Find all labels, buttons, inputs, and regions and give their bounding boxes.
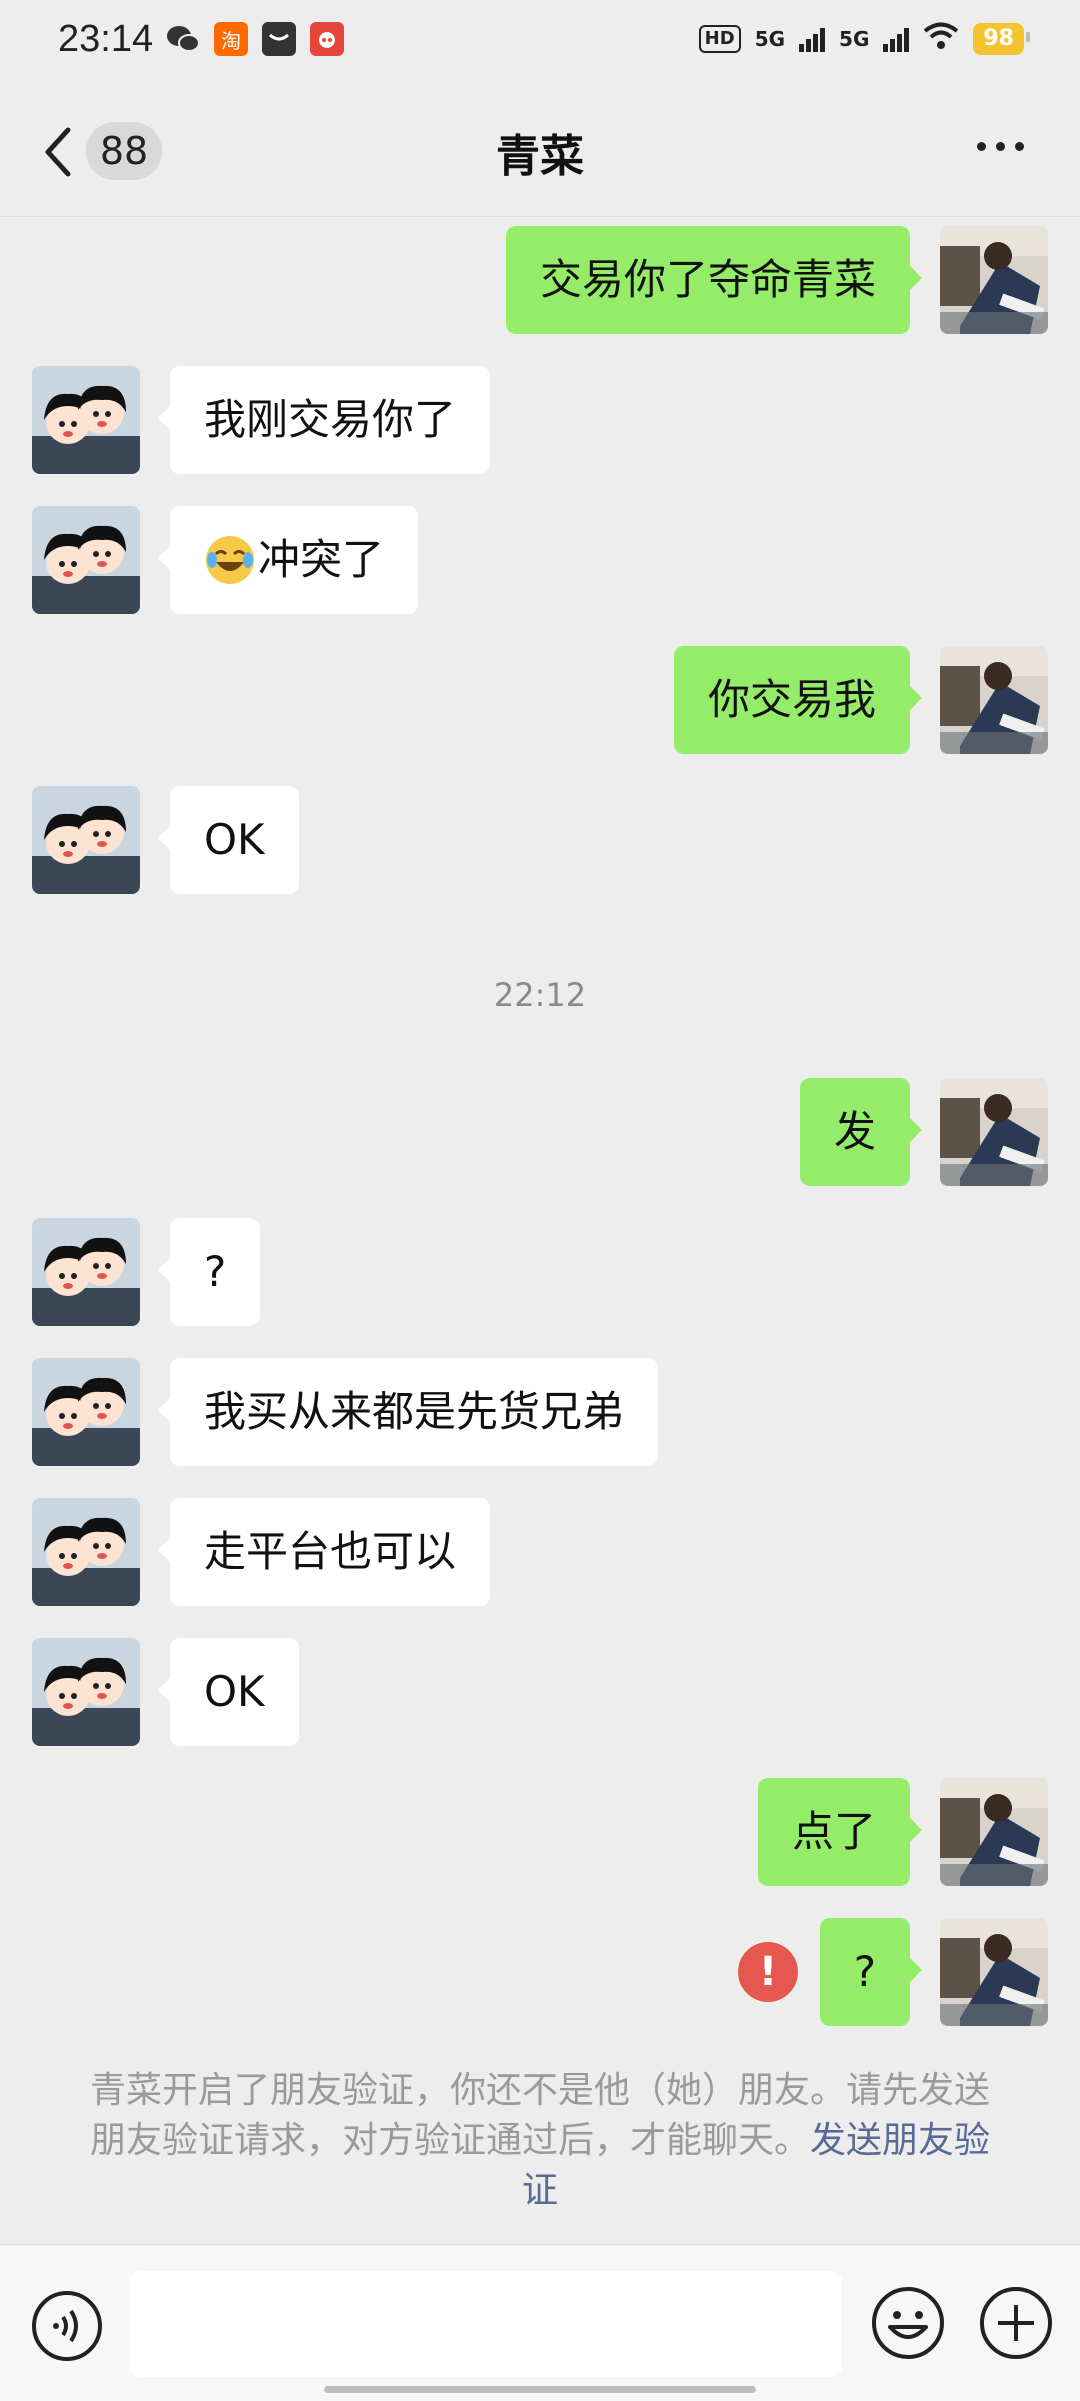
notification-icons: 淘 — [166, 22, 344, 56]
signal-icon-2 — [883, 26, 910, 52]
home-indicator[interactable] — [324, 2386, 756, 2393]
contact-avatar[interactable] — [32, 1358, 140, 1466]
app-notification-icon — [310, 22, 344, 56]
contact-avatar[interactable] — [32, 786, 140, 894]
contact-avatar[interactable] — [32, 1498, 140, 1606]
message-row: ? — [0, 1218, 1080, 1326]
my-avatar[interactable] — [940, 646, 1048, 754]
more-options-icon[interactable] — [977, 142, 1024, 151]
chat-title: 青菜 — [496, 131, 584, 182]
outgoing-message-bubble[interactable]: 发 — [799, 1078, 923, 1186]
send-failed-icon[interactable]: ! — [738, 1942, 798, 2002]
outgoing-message-bubble[interactable]: 你交易我 — [673, 646, 923, 754]
input-bar — [0, 2244, 1080, 2401]
contact-avatar[interactable] — [32, 506, 140, 614]
message-row: ! ? — [0, 1918, 1080, 2026]
time-separator: 22:12 — [493, 976, 587, 1014]
status-time: 23:14 — [58, 18, 154, 60]
message-row: 我刚交易你了 — [0, 366, 1080, 474]
my-avatar[interactable] — [940, 1778, 1048, 1886]
incoming-message-bubble[interactable]: 我买从来都是先货兄弟 — [157, 1358, 659, 1466]
message-row: 交易你了夺命青菜 — [0, 226, 1080, 334]
outgoing-message-bubble[interactable]: 点了 — [757, 1778, 923, 1886]
emoji-icon[interactable] — [870, 2285, 946, 2365]
contact-avatar[interactable] — [32, 366, 140, 474]
message-row: OK — [0, 786, 1080, 894]
outgoing-message-bubble[interactable]: 交易你了夺命青菜 — [505, 226, 923, 334]
incoming-message-bubble[interactable]: 走平台也可以 — [157, 1498, 491, 1606]
plus-icon[interactable] — [978, 2285, 1054, 2365]
tears-of-joy-emoji-icon — [206, 535, 254, 584]
header-divider — [0, 216, 1080, 217]
status-bar: 23:14 淘 HD 5G 5G 98 — [0, 0, 1080, 84]
wifi-icon — [923, 22, 959, 55]
battery-icon: 98 — [973, 22, 1030, 55]
outgoing-message-bubble[interactable]: ? — [819, 1918, 923, 2026]
message-row: 冲突了 — [0, 506, 1080, 614]
wechat-notification-icon — [166, 22, 200, 56]
network-type-2: 5G — [839, 26, 870, 51]
contact-avatar[interactable] — [32, 1638, 140, 1746]
message-text: 冲突了 — [258, 535, 385, 584]
message-notification-icon — [262, 22, 296, 56]
taobao-notification-icon: 淘 — [214, 22, 248, 56]
signal-icon — [799, 26, 826, 52]
message-input[interactable] — [130, 2271, 842, 2377]
message-row: 我买从来都是先货兄弟 — [0, 1358, 1080, 1466]
contact-avatar[interactable] — [32, 1218, 140, 1326]
network-type-1: 5G — [754, 26, 786, 51]
message-row: 你交易我 — [0, 646, 1080, 754]
message-row: OK — [0, 1638, 1080, 1746]
voice-input-icon[interactable] — [30, 2289, 104, 2367]
incoming-message-bubble[interactable]: ? — [157, 1218, 261, 1326]
incoming-message-bubble[interactable]: OK — [158, 786, 299, 894]
my-avatar[interactable] — [940, 226, 1048, 334]
message-row: 走平台也可以 — [0, 1498, 1080, 1606]
chat-header: 88 青菜 — [0, 84, 1080, 216]
incoming-message-bubble[interactable]: 我刚交易你了 — [157, 366, 491, 474]
message-row: 点了 — [0, 1778, 1080, 1886]
my-avatar[interactable] — [940, 1078, 1048, 1186]
friend-verification-notice: 青菜开启了朋友验证，你还不是他（她）朋友。请先发送朋友验证请求，对方验证通过后，… — [82, 2066, 998, 2216]
system-icons: HD 5G 5G 98 — [698, 22, 1030, 55]
incoming-message-bubble[interactable]: OK — [158, 1638, 299, 1746]
hd-voice-icon: HD — [698, 24, 741, 53]
message-row: 发 — [0, 1078, 1080, 1186]
incoming-message-bubble[interactable]: 冲突了 — [157, 506, 419, 614]
my-avatar[interactable] — [940, 1918, 1048, 2026]
